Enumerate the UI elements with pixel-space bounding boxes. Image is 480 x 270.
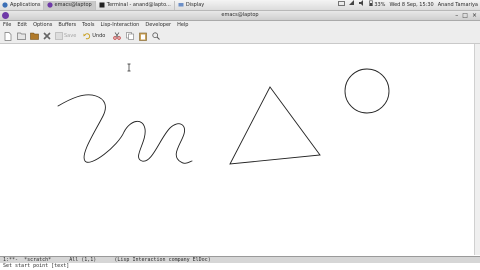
new-file-button[interactable] [3, 31, 13, 41]
battery-indicator[interactable]: 33% [369, 0, 385, 10]
minimize-icon[interactable]: – [455, 12, 458, 19]
paste-icon [139, 32, 148, 41]
top-panel: Applications emacs@laptop Terminal - ana… [0, 0, 480, 11]
open-directory-button[interactable] [29, 31, 39, 41]
mouse-logo-icon [2, 2, 8, 8]
cut-button[interactable] [112, 31, 122, 41]
close-icon[interactable]: × [472, 12, 477, 19]
applications-label: Applications [10, 2, 41, 8]
copy-button[interactable] [125, 31, 135, 41]
save-button[interactable]: Save [55, 32, 80, 40]
terminal-icon [99, 2, 105, 8]
system-tray: 33% Wed 8 Sep, 15:30 Anand Tamariya [338, 0, 480, 10]
taskbar-item-label: Terminal - anand@lapto... [106, 2, 171, 8]
scissors-icon [113, 32, 122, 40]
menu-edit[interactable]: Edit [14, 21, 30, 29]
search-icon [152, 32, 161, 40]
freehand-squiggle [57, 94, 193, 164]
folder-icon [29, 32, 39, 40]
drawing-canvas[interactable] [0, 44, 474, 255]
close-buffer-icon [43, 32, 51, 40]
display-icon [178, 2, 184, 8]
toolbar: Save Undo [0, 29, 480, 44]
undo-icon [83, 33, 91, 40]
keyboard-icon[interactable] [338, 0, 346, 10]
volume-icon[interactable] [359, 0, 365, 10]
undo-button[interactable]: Undo [83, 32, 109, 40]
new-file-icon [4, 31, 12, 41]
network-icon[interactable] [349, 0, 355, 10]
menu-developer[interactable]: Developer [142, 21, 174, 29]
menu-buffers[interactable]: Buffers [55, 21, 79, 29]
datetime-clock[interactable]: Wed 8 Sep, 15:30 [389, 0, 433, 10]
user-menu[interactable]: Anand Tamariya [438, 0, 478, 10]
open-file-button[interactable] [16, 31, 26, 41]
taskbar-item-label: Display [185, 2, 205, 8]
maximize-icon[interactable]: □ [462, 12, 468, 19]
triangle-shape [229, 86, 321, 165]
kill-buffer-button[interactable] [42, 31, 52, 41]
search-button[interactable] [151, 31, 161, 41]
vertical-scrollbar[interactable] [474, 44, 480, 255]
menu-lisp-interaction[interactable]: Lisp-Interaction [97, 21, 142, 29]
window-titlebar[interactable]: emacs@laptop – □ × [0, 11, 480, 21]
emacs-icon [46, 2, 53, 8]
emacs-window-icon [2, 12, 9, 19]
taskbar-item-label: emacs@laptop [54, 2, 92, 8]
battery-icon [369, 0, 374, 10]
save-label: Save [64, 33, 77, 39]
window-title: emacs@laptop [221, 12, 259, 18]
taskbar-item-emacs[interactable]: emacs@laptop [42, 0, 95, 10]
menu-bar: File Edit Options Buffers Tools Lisp-Int… [0, 21, 480, 29]
circle-shape [344, 68, 390, 114]
taskbar-item-display[interactable]: Display [173, 0, 207, 10]
menu-options[interactable]: Options [30, 21, 55, 29]
menu-help[interactable]: Help [174, 21, 191, 29]
minibuffer[interactable]: Set start point [text] [0, 263, 480, 270]
text-cursor-icon [127, 63, 131, 72]
taskbar-item-terminal[interactable]: Terminal - anand@lapto... [94, 0, 174, 10]
menu-file[interactable]: File [0, 21, 14, 29]
open-file-icon [16, 32, 26, 40]
applications-menu[interactable]: Applications [0, 0, 43, 10]
mode-line: 1:**- *scratch* All (1,1) (Lisp Interact… [0, 256, 480, 263]
copy-icon [126, 32, 135, 40]
battery-percent: 33% [374, 2, 386, 8]
undo-label: Undo [92, 33, 106, 39]
menu-tools[interactable]: Tools [79, 21, 97, 29]
save-icon [55, 32, 63, 40]
paste-button[interactable] [138, 31, 148, 41]
